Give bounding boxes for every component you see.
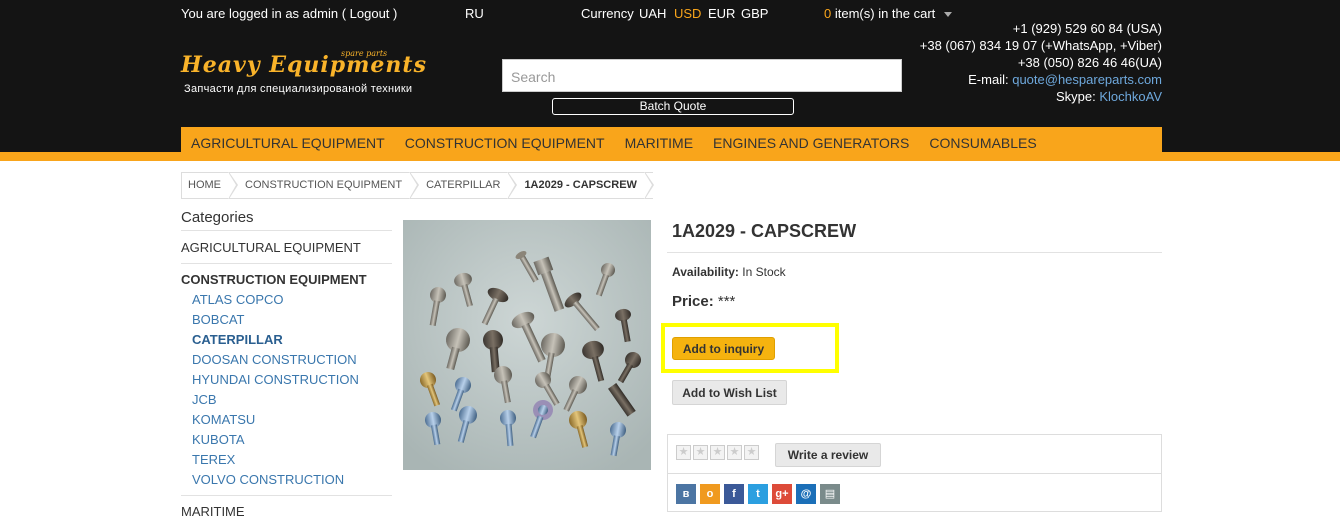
caret-down-icon <box>943 12 952 18</box>
availability-value: In Stock <box>742 265 786 279</box>
email-link[interactable]: quote@hespareparts.com <box>1012 72 1162 87</box>
logged-in-close: ) <box>393 6 398 21</box>
cart-count: 0 <box>824 6 832 21</box>
price-value: *** <box>717 293 736 310</box>
email-icon[interactable]: @ <box>796 484 816 504</box>
logout-link[interactable]: Logout <box>350 6 390 21</box>
currency-label: Currency <box>581 6 634 21</box>
price-label: Price: <box>672 293 714 310</box>
skype-line: Skype: KlochkoAV <box>1056 89 1162 104</box>
star-icon: ★ <box>710 445 725 460</box>
star-icon: ★ <box>693 445 708 460</box>
nav-agricultural-equipment[interactable]: AGRICULTURAL EQUIPMENT <box>181 127 395 159</box>
category-maritime[interactable]: MARITIME <box>181 504 245 519</box>
nav-consumables[interactable]: CONSUMABLES <box>919 127 1046 159</box>
subcategory-komatsu[interactable]: KOMATSU <box>192 412 255 427</box>
subcategory-terex[interactable]: TEREX <box>192 452 235 467</box>
facebook-icon[interactable]: f <box>724 484 744 504</box>
nav-maritime[interactable]: MARITIME <box>615 127 703 159</box>
currency-eur[interactable]: EUR <box>708 6 735 21</box>
logo-title: Heavy Equipments <box>181 52 427 78</box>
nav-construction-equipment[interactable]: CONSTRUCTION EQUIPMENT <box>395 127 615 159</box>
divider <box>181 495 392 496</box>
add-to-inquiry-button[interactable]: Add to inquiry <box>672 337 775 360</box>
product-image[interactable] <box>403 220 651 470</box>
nav-engines-and-generators[interactable]: ENGINES AND GENERATORS <box>703 127 919 159</box>
divider <box>668 473 1161 474</box>
breadcrumb-construction-equipment[interactable]: CONSTRUCTION EQUIPMENT <box>237 172 420 199</box>
logo-subtitle: Запчасти для специализированой техники <box>184 83 413 95</box>
subcategory-volvo[interactable]: VOLVO CONSTRUCTION <box>192 472 344 487</box>
twitter-icon[interactable]: t <box>748 484 768 504</box>
print-icon[interactable]: ▤ <box>820 484 840 504</box>
screws-photo-icon <box>403 220 651 470</box>
phone-ua: +38 (050) 826 46 46(UA) <box>1017 55 1162 70</box>
skype-link[interactable]: KlochkoAV <box>1099 89 1162 104</box>
phone-usa: +1 (929) 529 60 84 (USA) <box>1012 21 1162 36</box>
review-panel: ★ ★ ★ ★ ★ Write a review в о f t g+ @ ▤ <box>667 434 1162 512</box>
odnoklassniki-icon[interactable]: о <box>700 484 720 504</box>
email-line: E-mail: quote@hespareparts.com <box>968 72 1162 87</box>
skype-label: Skype: <box>1055 89 1096 104</box>
email-label: E-mail: <box>968 72 1009 87</box>
divider <box>181 263 392 264</box>
price: Price: *** <box>672 293 735 310</box>
phone-whatsapp: +38 (067) 834 19 07 (+WhatsApp, +Viber) <box>919 38 1162 53</box>
currency-gbp[interactable]: GBP <box>741 6 768 21</box>
subcategory-hyundai[interactable]: HYUNDAI CONSTRUCTION <box>192 372 359 387</box>
main-nav: AGRICULTURAL EQUIPMENT CONSTRUCTION EQUI… <box>181 127 1162 159</box>
logged-in-text: You are logged in as admin ( <box>181 6 347 21</box>
google-plus-icon[interactable]: g+ <box>772 484 792 504</box>
subcategory-atlas-copco[interactable]: ATLAS COPCO <box>192 292 284 307</box>
categories-title: Categories <box>181 209 254 226</box>
star-icon: ★ <box>727 445 742 460</box>
breadcrumb: HOME CONSTRUCTION EQUIPMENT CATERPILLAR … <box>181 172 655 199</box>
subcategory-caterpillar[interactable]: CATERPILLAR <box>192 332 283 347</box>
breadcrumb-home[interactable]: HOME <box>182 172 238 199</box>
breadcrumb-caterpillar[interactable]: CATERPILLAR <box>418 172 518 199</box>
vk-icon[interactable]: в <box>676 484 696 504</box>
cart-dropdown[interactable]: 0 item(s) in the cart <box>824 6 952 21</box>
site-logo[interactable]: spare parts Heavy Equipments Запчасти дл… <box>181 49 436 102</box>
cart-text: item(s) in the cart <box>834 6 936 21</box>
star-icon: ★ <box>676 445 691 460</box>
subcategory-doosan[interactable]: DOOSAN CONSTRUCTION <box>192 352 357 367</box>
subcategory-bobcat[interactable]: BOBCAT <box>192 312 245 327</box>
availability: Availability: In Stock <box>672 265 786 279</box>
product-title: 1A2029 - CAPSCREW <box>672 221 857 241</box>
currency-uah[interactable]: UAH <box>639 6 666 21</box>
write-review-button[interactable]: Write a review <box>775 443 881 467</box>
subcategory-jcb[interactable]: JCB <box>192 392 217 407</box>
language-switch[interactable]: RU <box>465 6 484 21</box>
category-construction[interactable]: CONSTRUCTION EQUIPMENT <box>181 272 367 287</box>
category-agricultural[interactable]: AGRICULTURAL EQUIPMENT <box>181 240 361 255</box>
breadcrumb-current[interactable]: 1A2029 - CAPSCREW <box>516 172 655 199</box>
star-icon: ★ <box>744 445 759 460</box>
currency-usd[interactable]: USD <box>674 6 701 21</box>
subcategory-kubota[interactable]: KUBOTA <box>192 432 245 447</box>
search-input[interactable]: Search <box>502 59 902 92</box>
rating-stars: ★ ★ ★ ★ ★ <box>676 445 759 460</box>
add-to-wishlist-button[interactable]: Add to Wish List <box>672 380 787 405</box>
availability-label: Availability: <box>672 265 739 279</box>
share-buttons: в о f t g+ @ ▤ <box>676 484 840 504</box>
divider <box>181 230 392 231</box>
batch-quote-button[interactable]: Batch Quote <box>552 98 794 115</box>
login-status: You are logged in as admin ( Logout ) <box>181 6 397 21</box>
divider <box>667 252 1162 253</box>
